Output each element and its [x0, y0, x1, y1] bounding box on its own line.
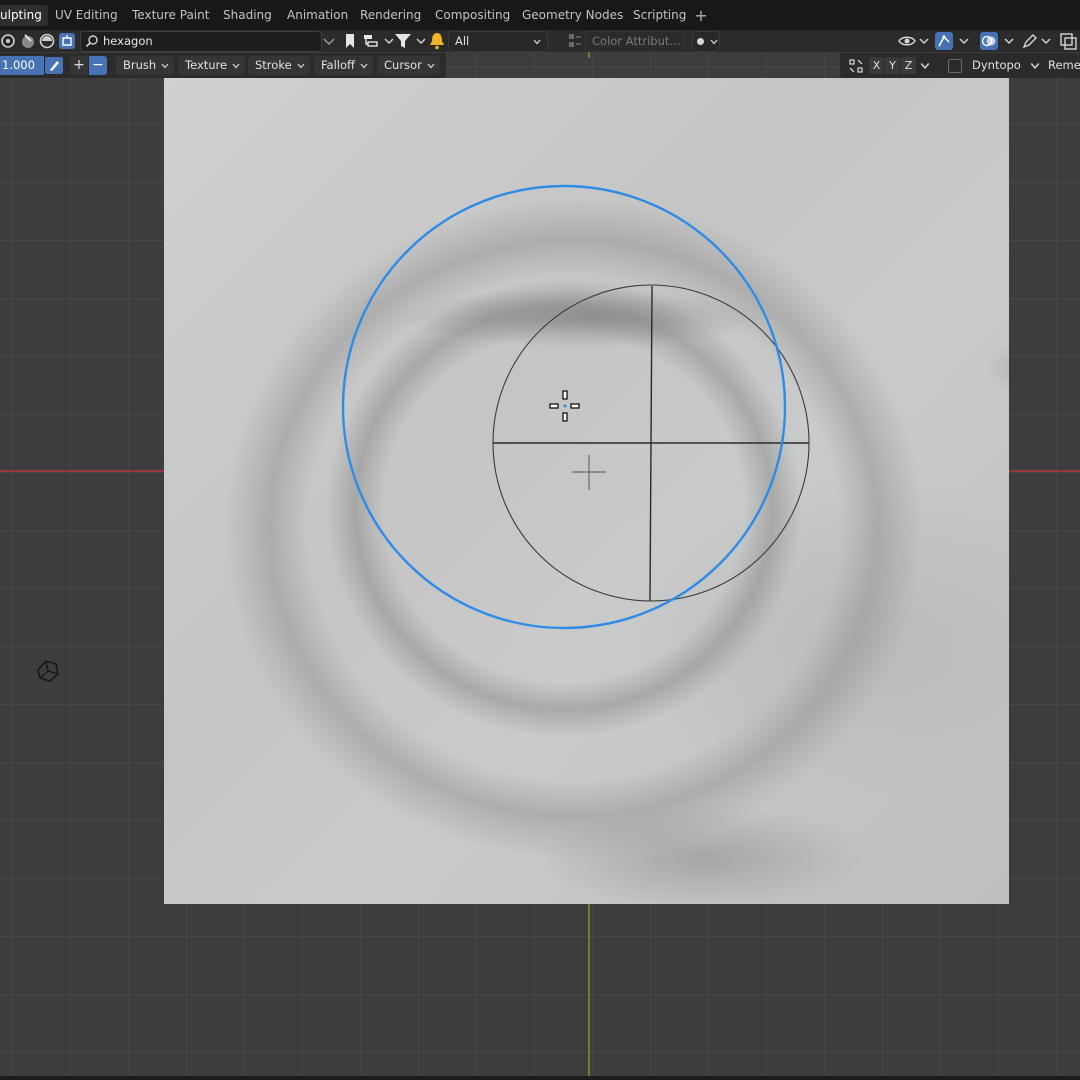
chevron-down-icon: [232, 63, 240, 69]
chevron-down-icon: [297, 63, 305, 69]
chevron-down-icon[interactable]: [920, 61, 930, 71]
mirror-x-button[interactable]: X: [869, 57, 884, 74]
transform-gizmo[interactable]: [492, 284, 810, 602]
add-mode-button[interactable]: +: [70, 56, 88, 75]
tool-settings-right: X Y Z Dyntopo Reme: [840, 53, 1080, 78]
falloff-menu-label: Falloff: [321, 58, 355, 72]
mouse-crosshair-icon: [549, 390, 580, 422]
texture-menu-label: Texture: [185, 58, 228, 72]
subtract-mode-button[interactable]: −: [89, 56, 107, 75]
dyntopo-label: Dyntopo: [972, 58, 1021, 72]
stroke-menu-label: Stroke: [255, 58, 292, 72]
stroke-menu-button[interactable]: Stroke: [248, 56, 310, 75]
strength-field[interactable]: 1.000: [0, 56, 44, 75]
mirror-y-button[interactable]: Y: [885, 57, 900, 74]
status-bar: [0, 1076, 1080, 1080]
chevron-down-icon: [360, 63, 368, 69]
dyntopo-checkbox[interactable]: [948, 59, 962, 73]
viewport-overlay: [0, 52, 1080, 1076]
pressure-icon[interactable]: [45, 57, 63, 74]
gizmo-vertical-line: [649, 285, 653, 602]
camera-icon[interactable]: [37, 660, 59, 682]
mirror-z-button[interactable]: Z: [901, 57, 916, 74]
chevron-down-icon: [161, 63, 169, 69]
falloff-menu-button[interactable]: Falloff: [314, 56, 373, 75]
brush-menu-button[interactable]: Brush: [116, 56, 175, 75]
texture-menu-button[interactable]: Texture: [178, 56, 246, 75]
tool-settings-left: 1.000 + − Brush Texture Stroke Falloff C…: [0, 53, 446, 78]
chevron-down-icon: [427, 63, 435, 69]
brush-menu-label: Brush: [123, 58, 157, 72]
cursor-menu-button[interactable]: Cursor: [377, 56, 440, 75]
3d-cursor-icon: [572, 455, 606, 490]
cursor-menu-label: Cursor: [384, 58, 422, 72]
chevron-down-icon[interactable]: [1030, 61, 1040, 71]
symmetry-icon[interactable]: [848, 58, 864, 74]
remesh-button[interactable]: Reme: [1048, 58, 1080, 72]
